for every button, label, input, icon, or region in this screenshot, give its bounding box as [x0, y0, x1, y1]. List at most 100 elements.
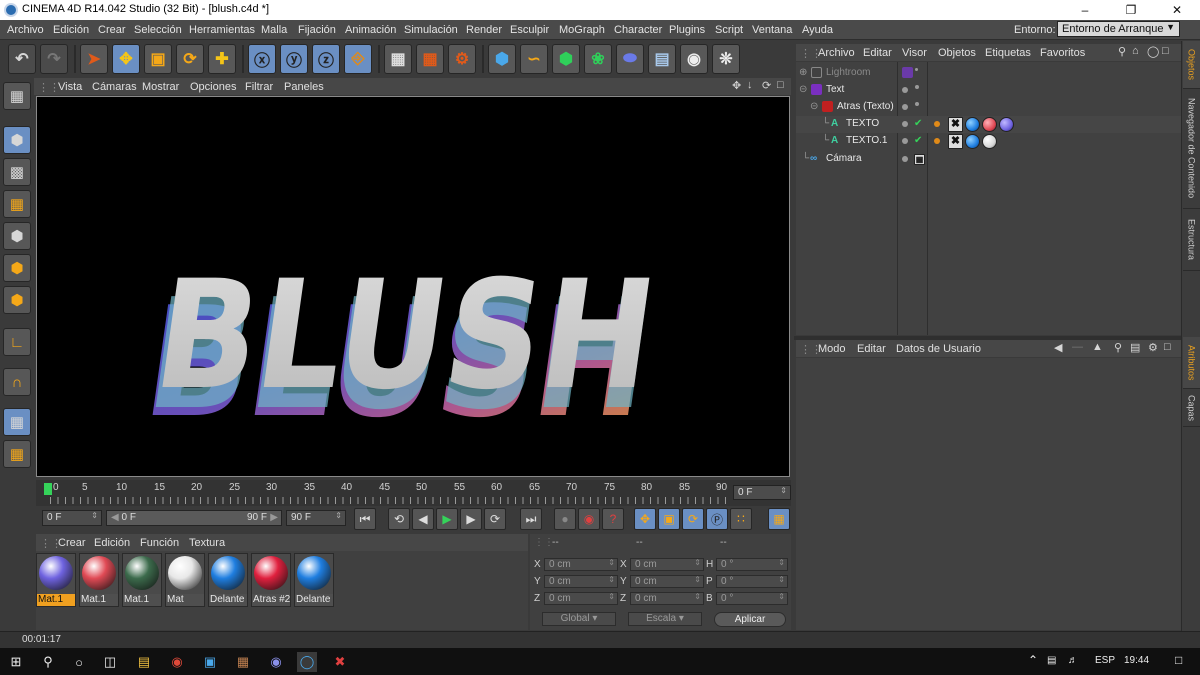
menu-mograph[interactable]: MoGraph [559, 24, 605, 36]
enabled-check-icon[interactable]: ✔ [914, 135, 922, 146]
object-menu-visor[interactable]: Visor [902, 47, 927, 59]
key-scale-icon[interactable]: ▣ [658, 508, 680, 530]
redo-button[interactable]: ↷ [40, 44, 68, 74]
phong-tag-icon[interactable] [934, 121, 940, 127]
cube-object-icon[interactable]: ⬢ [488, 44, 516, 74]
end-frame-field[interactable]: 90 F ⇕ [286, 510, 346, 526]
object-row[interactable]: ⊝ Atras (Texto) [796, 99, 1181, 116]
material-menu-funcion[interactable]: Función [140, 537, 179, 549]
visibility-dot[interactable] [902, 104, 908, 110]
size-y-field[interactable]: 0 cm ⇕ [630, 575, 704, 588]
collapse-icon[interactable]: ⊝ [799, 84, 807, 95]
workplane-mode-icon[interactable]: ▦ [3, 190, 31, 218]
next-key-button[interactable]: ⟳ [484, 508, 506, 530]
stepper-icon[interactable]: ⇕ [608, 575, 615, 584]
material-swatch[interactable]: Mat.1 [36, 553, 76, 607]
keyframe-selection-icon[interactable]: ? [602, 508, 624, 530]
material-menu-textura[interactable]: Textura [189, 537, 225, 549]
material-menu-crear[interactable]: Crear [58, 537, 86, 549]
key-parameter-icon[interactable]: Ⓟ [706, 508, 728, 530]
attribute-menu-modo[interactable]: Modo [818, 343, 846, 355]
up-arrow-icon[interactable]: ▲ [1092, 341, 1103, 353]
deformer-icon[interactable]: ⬬ [616, 44, 644, 74]
key-rotation-icon[interactable]: ⟳ [682, 508, 704, 530]
menu-simulacion[interactable]: Simulación [404, 24, 458, 36]
viewport-menu-camaras[interactable]: Cámaras [92, 81, 137, 93]
position-z-field[interactable]: 0 cm ⇕ [544, 592, 618, 605]
stepper-icon[interactable]: ⇕ [694, 592, 701, 601]
visibility-dot[interactable] [902, 121, 908, 127]
key-position-icon[interactable]: ✥ [634, 508, 656, 530]
coordinate-system-icon[interactable]: ⎆ [344, 44, 372, 74]
render-dot[interactable] [915, 102, 919, 106]
planar-workplane-icon[interactable]: ▦ [3, 440, 31, 468]
app-icon[interactable]: ▦ [233, 652, 253, 672]
go-to-end-button[interactable]: ⏭ [520, 508, 542, 530]
material-tag[interactable] [965, 117, 980, 132]
render-picture-viewer-icon[interactable]: ▦ [416, 44, 444, 74]
object-row[interactable]: └ ∞ Cámara ▦ [796, 151, 1181, 168]
task-view-icon[interactable]: ◫ [100, 652, 120, 672]
visibility-dot[interactable] [902, 87, 908, 93]
menu-malla[interactable]: Malla [261, 24, 287, 36]
recent-tool-icon[interactable]: ✚ [208, 44, 236, 74]
texture-tag-icon[interactable]: ✖ [948, 117, 963, 132]
timeline-ruler[interactable]: 0 5 10 15 20 25 30 35 40 45 50 55 60 65 … [36, 480, 791, 506]
close-button[interactable]: ✕ [1154, 0, 1200, 20]
menu-fijacion[interactable]: Fijación [298, 24, 336, 36]
maximize-view-icon[interactable]: □ [777, 79, 784, 91]
go-to-start-button[interactable]: ⏮ [354, 508, 376, 530]
live-selection-icon[interactable]: ➤ [80, 44, 108, 74]
material-swatch[interactable]: Delante [208, 553, 248, 607]
object-menu-editar[interactable]: Editar [863, 47, 892, 59]
object-row[interactable]: ⊝ Text [796, 82, 1181, 99]
discord-icon[interactable]: ◉ [266, 652, 286, 672]
chrome-icon[interactable]: ◉ [167, 652, 187, 672]
scale-tool-icon[interactable]: ▣ [144, 44, 172, 74]
stepper-icon[interactable]: ⇕ [694, 575, 701, 584]
play-button[interactable]: ▶ [436, 508, 458, 530]
start-frame-field[interactable]: 0 F ⇕ [42, 510, 102, 526]
viewport-menu-filtrar[interactable]: Filtrar [245, 81, 273, 93]
photoshop-icon[interactable]: ▣ [200, 652, 220, 672]
search-icon[interactable]: ⚲ [1118, 45, 1126, 58]
make-editable-icon[interactable]: ▦ [3, 82, 31, 110]
menu-script[interactable]: Script [715, 24, 743, 36]
material-tag[interactable] [999, 117, 1014, 132]
object-menu-favoritos[interactable]: Favoritos [1040, 47, 1085, 59]
stepper-icon[interactable]: ⇕ [778, 592, 785, 601]
settings-icon[interactable]: ⚙ [1148, 341, 1158, 354]
menu-animacion[interactable]: Animación [345, 24, 396, 36]
visibility-dot[interactable] [902, 138, 908, 144]
menu-character[interactable]: Character [614, 24, 662, 36]
polygons-mode-icon[interactable]: ⬢ [3, 286, 31, 314]
menu-esculpir[interactable]: Esculpir [510, 24, 549, 36]
viewport-menu-opciones[interactable]: Opciones [190, 81, 236, 93]
object-row[interactable]: └ A TEXTO ✔ ✖ [796, 116, 1181, 133]
key-pla-icon[interactable]: ∷ [730, 508, 752, 530]
back-arrow-icon[interactable]: ◀ [1054, 341, 1062, 354]
menu-archivo[interactable]: Archivo [7, 24, 44, 36]
position-y-field[interactable]: 0 cm ⇕ [544, 575, 618, 588]
material-swatch[interactable]: Mat.1 [122, 553, 162, 607]
file-explorer-icon[interactable]: ▤ [134, 652, 154, 672]
object-menu-archivo[interactable]: Archivo [818, 47, 855, 59]
previous-key-button[interactable]: ⟲ [388, 508, 410, 530]
attribute-menu-datos-usuario[interactable]: Datos de Usuario [896, 343, 981, 355]
move-tool-icon[interactable]: ✥ [112, 44, 140, 74]
menu-render[interactable]: Render [466, 24, 502, 36]
axis-mode-icon[interactable]: ∟ [3, 328, 31, 356]
edges-mode-icon[interactable]: ⬢ [3, 254, 31, 282]
material-tag[interactable] [965, 134, 980, 149]
autokey-icon[interactable]: ◉ [578, 508, 600, 530]
viewport-menu-mostrar[interactable]: Mostrar [142, 81, 179, 93]
texture-tag-icon[interactable]: ✖ [948, 134, 963, 149]
tab-objetos[interactable]: Objetos [1183, 41, 1200, 89]
menu-ventana[interactable]: Ventana [752, 24, 792, 36]
render-dot[interactable] [915, 85, 919, 89]
menu-ayuda[interactable]: Ayuda [802, 24, 833, 36]
scheme-settings-icon[interactable]: ▦ [768, 508, 790, 530]
tab-estructura[interactable]: Estructura [1183, 209, 1200, 271]
floor-environment-icon[interactable]: ▤ [648, 44, 676, 74]
layer-lock-icon[interactable] [902, 67, 913, 78]
